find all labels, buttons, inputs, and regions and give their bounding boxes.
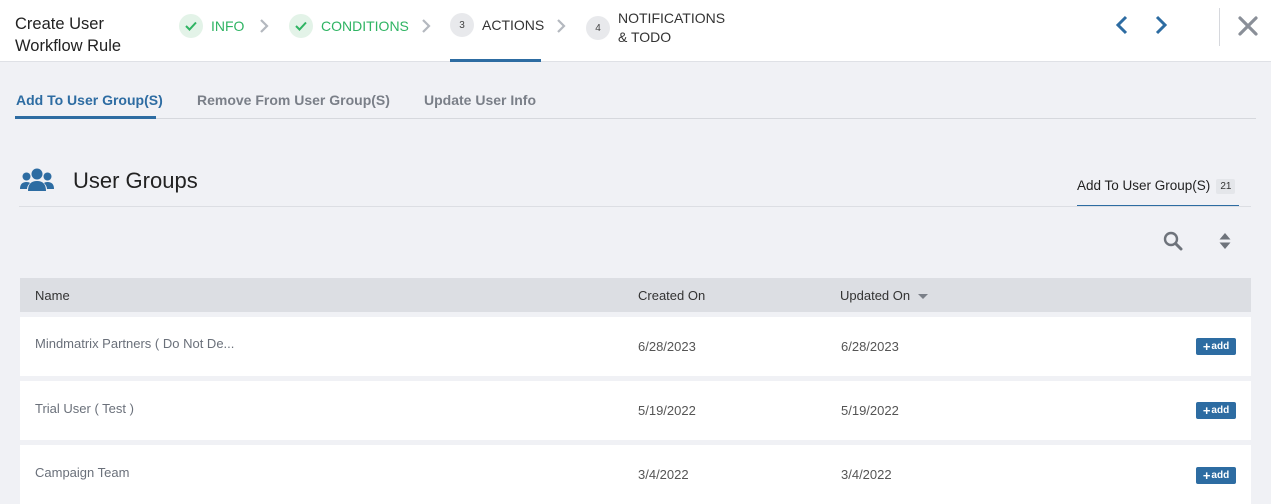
step-label: CONDITIONS <box>321 18 409 34</box>
page-title: Create User Workflow Rule <box>15 15 122 55</box>
step-label: NOTIFICATIONS & TODO <box>618 9 725 47</box>
table-row[interactable]: Campaign Team 3/4/2022 3/4/2022 + add <box>20 445 1251 504</box>
add-label: add <box>1211 470 1230 481</box>
step-number: 3 <box>450 13 474 37</box>
step-conditions[interactable]: CONDITIONS <box>289 14 409 38</box>
add-button[interactable]: + add <box>1196 402 1236 419</box>
updated-date: 3/4/2022 <box>841 467 892 482</box>
updated-date: 6/28/2023 <box>841 339 899 354</box>
step-notifications[interactable]: 4 NOTIFICATIONS & TODO <box>586 9 725 47</box>
check-icon <box>289 14 313 38</box>
step-label-line: & TODO <box>618 29 672 45</box>
column-header-label: Updated On <box>840 288 911 303</box>
section-divider <box>19 206 1251 207</box>
add-label: add <box>1211 405 1230 416</box>
group-name: Trial User ( Test ) <box>35 401 134 416</box>
column-header-created[interactable]: Created On <box>638 288 705 303</box>
step-number: 4 <box>586 16 610 40</box>
chevron-left-icon[interactable] <box>1114 14 1130 36</box>
tab-remove-from-user-groups[interactable]: Remove From User Group(S) <box>197 92 390 108</box>
sort-icon[interactable] <box>1218 232 1232 250</box>
table-row[interactable]: Trial User ( Test ) 5/19/2022 5/19/2022 … <box>20 381 1251 440</box>
step-info[interactable]: INFO <box>179 14 244 38</box>
chevron-right-icon <box>422 19 431 33</box>
created-date: 3/4/2022 <box>638 467 689 482</box>
active-tab-indicator <box>15 116 156 119</box>
header-bar: Create User Workflow Rule INFO CONDITION… <box>0 0 1271 62</box>
action-tabs: Add To User Group(S) Remove From User Gr… <box>15 82 1256 119</box>
count-badge: 21 <box>1216 179 1236 194</box>
column-header-name[interactable]: Name <box>35 288 70 303</box>
add-button[interactable]: + add <box>1196 467 1236 484</box>
chevron-right-icon <box>557 19 566 33</box>
updated-date: 5/19/2022 <box>841 403 899 418</box>
tab-update-user-info[interactable]: Update User Info <box>424 92 536 108</box>
chevron-right-icon[interactable] <box>1153 14 1169 36</box>
users-icon <box>20 168 54 191</box>
check-icon <box>179 14 203 38</box>
step-label-line: NOTIFICATIONS <box>618 10 726 26</box>
active-step-indicator <box>450 59 541 62</box>
header-divider <box>1219 8 1220 46</box>
step-label: ACTIONS <box>482 17 545 33</box>
created-date: 5/19/2022 <box>638 403 696 418</box>
group-name: Mindmatrix Partners ( Do Not De... <box>35 336 235 351</box>
tab-label: Add To User Group(S) <box>1077 178 1211 193</box>
table-row[interactable]: Mindmatrix Partners ( Do Not De... 6/28/… <box>20 317 1251 376</box>
add-button[interactable]: + add <box>1196 338 1236 355</box>
section-title: User Groups <box>73 168 198 193</box>
column-header-updated[interactable]: Updated On <box>840 288 929 303</box>
plus-icon: + <box>1202 468 1211 483</box>
plus-icon: + <box>1202 339 1211 354</box>
step-actions[interactable]: 3 ACTIONS <box>450 13 544 37</box>
sort-caret-icon <box>918 294 929 300</box>
search-icon[interactable] <box>1163 231 1183 251</box>
step-label: INFO <box>211 18 245 34</box>
add-label: add <box>1211 341 1230 352</box>
group-name: Campaign Team <box>35 465 130 480</box>
table-header: Name Created On Updated On <box>20 278 1251 312</box>
tab-add-to-user-groups[interactable]: Add To User Group(S) <box>16 92 163 108</box>
close-icon[interactable] <box>1237 15 1259 37</box>
plus-icon: + <box>1202 403 1211 418</box>
tab-selected-groups[interactable]: Add To User Group(S) 21 <box>1077 178 1240 207</box>
created-date: 6/28/2023 <box>638 339 696 354</box>
chevron-right-icon <box>260 19 269 33</box>
